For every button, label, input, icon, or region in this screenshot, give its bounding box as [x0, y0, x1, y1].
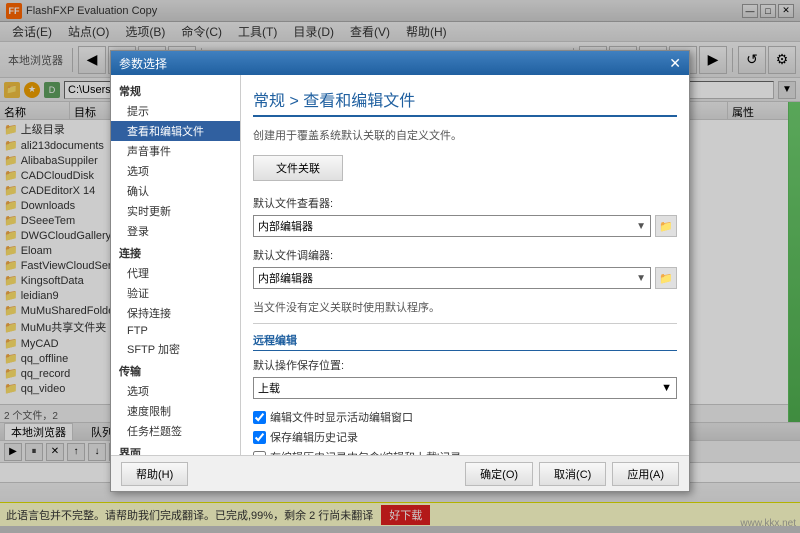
nav-item-prompt[interactable]: 提示 — [111, 101, 240, 121]
nav-item-options[interactable]: 选项 — [111, 161, 240, 181]
default-viewer-row: 内部编辑器 ▼ 📁 — [253, 215, 677, 237]
default-editor-browse-button[interactable]: 📁 — [655, 267, 677, 289]
dialog-action-buttons: 确定(O) 取消(C) 应用(A) — [465, 462, 679, 486]
help-button[interactable]: 帮助(H) — [121, 462, 188, 486]
default-editor-group: 默认文件调编器: 内部编辑器 ▼ 📁 — [253, 247, 677, 289]
default-save-group: 默认操作保存位置: 上载 ▼ — [253, 357, 677, 399]
preferences-dialog: 参数选择 ✕ 常规 提示 查看和编辑文件 声音事件 选项 确认 实时更新 登录 … — [110, 50, 690, 492]
combo-down-arrow-icon: ▼ — [636, 221, 646, 232]
default-save-select[interactable]: 上载 ▼ — [253, 377, 677, 399]
default-save-value: 上载 — [258, 380, 280, 396]
default-viewer-combo[interactable]: 内部编辑器 ▼ — [253, 215, 651, 237]
checkbox-show-editor: 编辑文件时显示活动编辑窗口 — [253, 409, 677, 425]
no-assoc-text: 当文件没有定义关联时使用默认程序。 — [253, 299, 677, 315]
dialog-nav: 常规 提示 查看和编辑文件 声音事件 选项 确认 实时更新 登录 连接 代理 验… — [111, 75, 241, 455]
nav-item-taskbar[interactable]: 任务栏题签 — [111, 421, 240, 441]
default-editor-combo[interactable]: 内部编辑器 ▼ — [253, 267, 651, 289]
checkbox-include-history-input[interactable] — [253, 451, 266, 456]
remote-section-label: 远程编辑 — [253, 332, 677, 351]
checkbox-show-editor-label: 编辑文件时显示活动编辑窗口 — [270, 409, 413, 425]
default-editor-row: 内部编辑器 ▼ 📁 — [253, 267, 677, 289]
nav-item-sound[interactable]: 声音事件 — [111, 141, 240, 161]
nav-item-sftp[interactable]: SFTP 加密 — [111, 339, 240, 359]
file-assoc-button[interactable]: 文件关联 — [253, 155, 343, 181]
combo-down-arrow2-icon: ▼ — [636, 273, 646, 284]
default-viewer-group: 默认文件查看器: 内部编辑器 ▼ 📁 — [253, 195, 677, 237]
nav-item-confirm[interactable]: 确认 — [111, 181, 240, 201]
nav-item-transfer-options[interactable]: 选项 — [111, 381, 240, 401]
nav-group-ui: 界面 — [111, 441, 240, 455]
nav-group-transfer: 传输 — [111, 359, 240, 381]
select-down-arrow-icon: ▼ — [661, 382, 672, 394]
nav-item-proxy[interactable]: 代理 — [111, 263, 240, 283]
content-breadcrumb: 常规 > 查看和编辑文件 — [253, 87, 677, 117]
nav-group-connection: 连接 — [111, 241, 240, 263]
content-description: 创建用于覆盖系统默认关联的自定义文件。 — [253, 127, 677, 143]
dialog-overlay: 参数选择 ✕ 常规 提示 查看和编辑文件 声音事件 选项 确认 实时更新 登录 … — [0, 0, 800, 533]
dialog-body: 常规 提示 查看和编辑文件 声音事件 选项 确认 实时更新 登录 连接 代理 验… — [111, 75, 689, 455]
nav-item-speed[interactable]: 速度限制 — [111, 401, 240, 421]
default-viewer-label: 默认文件查看器: — [253, 195, 677, 211]
nav-item-ftp[interactable]: FTP — [111, 323, 240, 339]
default-editor-label: 默认文件调编器: — [253, 247, 677, 263]
checkbox-show-editor-input[interactable] — [253, 411, 266, 424]
checkbox-save-history: 保存编辑历史记录 — [253, 429, 677, 445]
nav-group-general: 常规 — [111, 79, 240, 101]
ok-button[interactable]: 确定(O) — [465, 462, 533, 486]
dialog-close-button[interactable]: ✕ — [669, 55, 681, 72]
nav-item-keepalive[interactable]: 保持连接 — [111, 303, 240, 323]
checkbox-include-history: 在编辑历史记录中包含'编辑和上载'记录 — [253, 449, 677, 455]
nav-item-view-edit[interactable]: 查看和编辑文件 — [111, 121, 240, 141]
default-save-label: 默认操作保存位置: — [253, 357, 677, 373]
checkbox-include-history-label: 在编辑历史记录中包含'编辑和上载'记录 — [270, 449, 461, 455]
cancel-button[interactable]: 取消(C) — [539, 462, 606, 486]
checkbox-save-history-label: 保存编辑历史记录 — [270, 429, 358, 445]
default-editor-value: 内部编辑器 — [258, 270, 313, 286]
nav-item-realtime[interactable]: 实时更新 — [111, 201, 240, 221]
default-viewer-value: 内部编辑器 — [258, 218, 313, 234]
default-viewer-browse-button[interactable]: 📁 — [655, 215, 677, 237]
nav-item-login[interactable]: 登录 — [111, 221, 240, 241]
nav-item-auth[interactable]: 验证 — [111, 283, 240, 303]
dialog-title-bar: 参数选择 ✕ — [111, 51, 689, 75]
apply-button[interactable]: 应用(A) — [612, 462, 679, 486]
dialog-content: 常规 > 查看和编辑文件 创建用于覆盖系统默认关联的自定义文件。 文件关联 默认… — [241, 75, 689, 455]
section-divider — [253, 323, 677, 324]
dialog-title-text: 参数选择 — [119, 55, 167, 72]
checkbox-save-history-input[interactable] — [253, 431, 266, 444]
dialog-footer: 帮助(H) 确定(O) 取消(C) 应用(A) — [111, 455, 689, 491]
